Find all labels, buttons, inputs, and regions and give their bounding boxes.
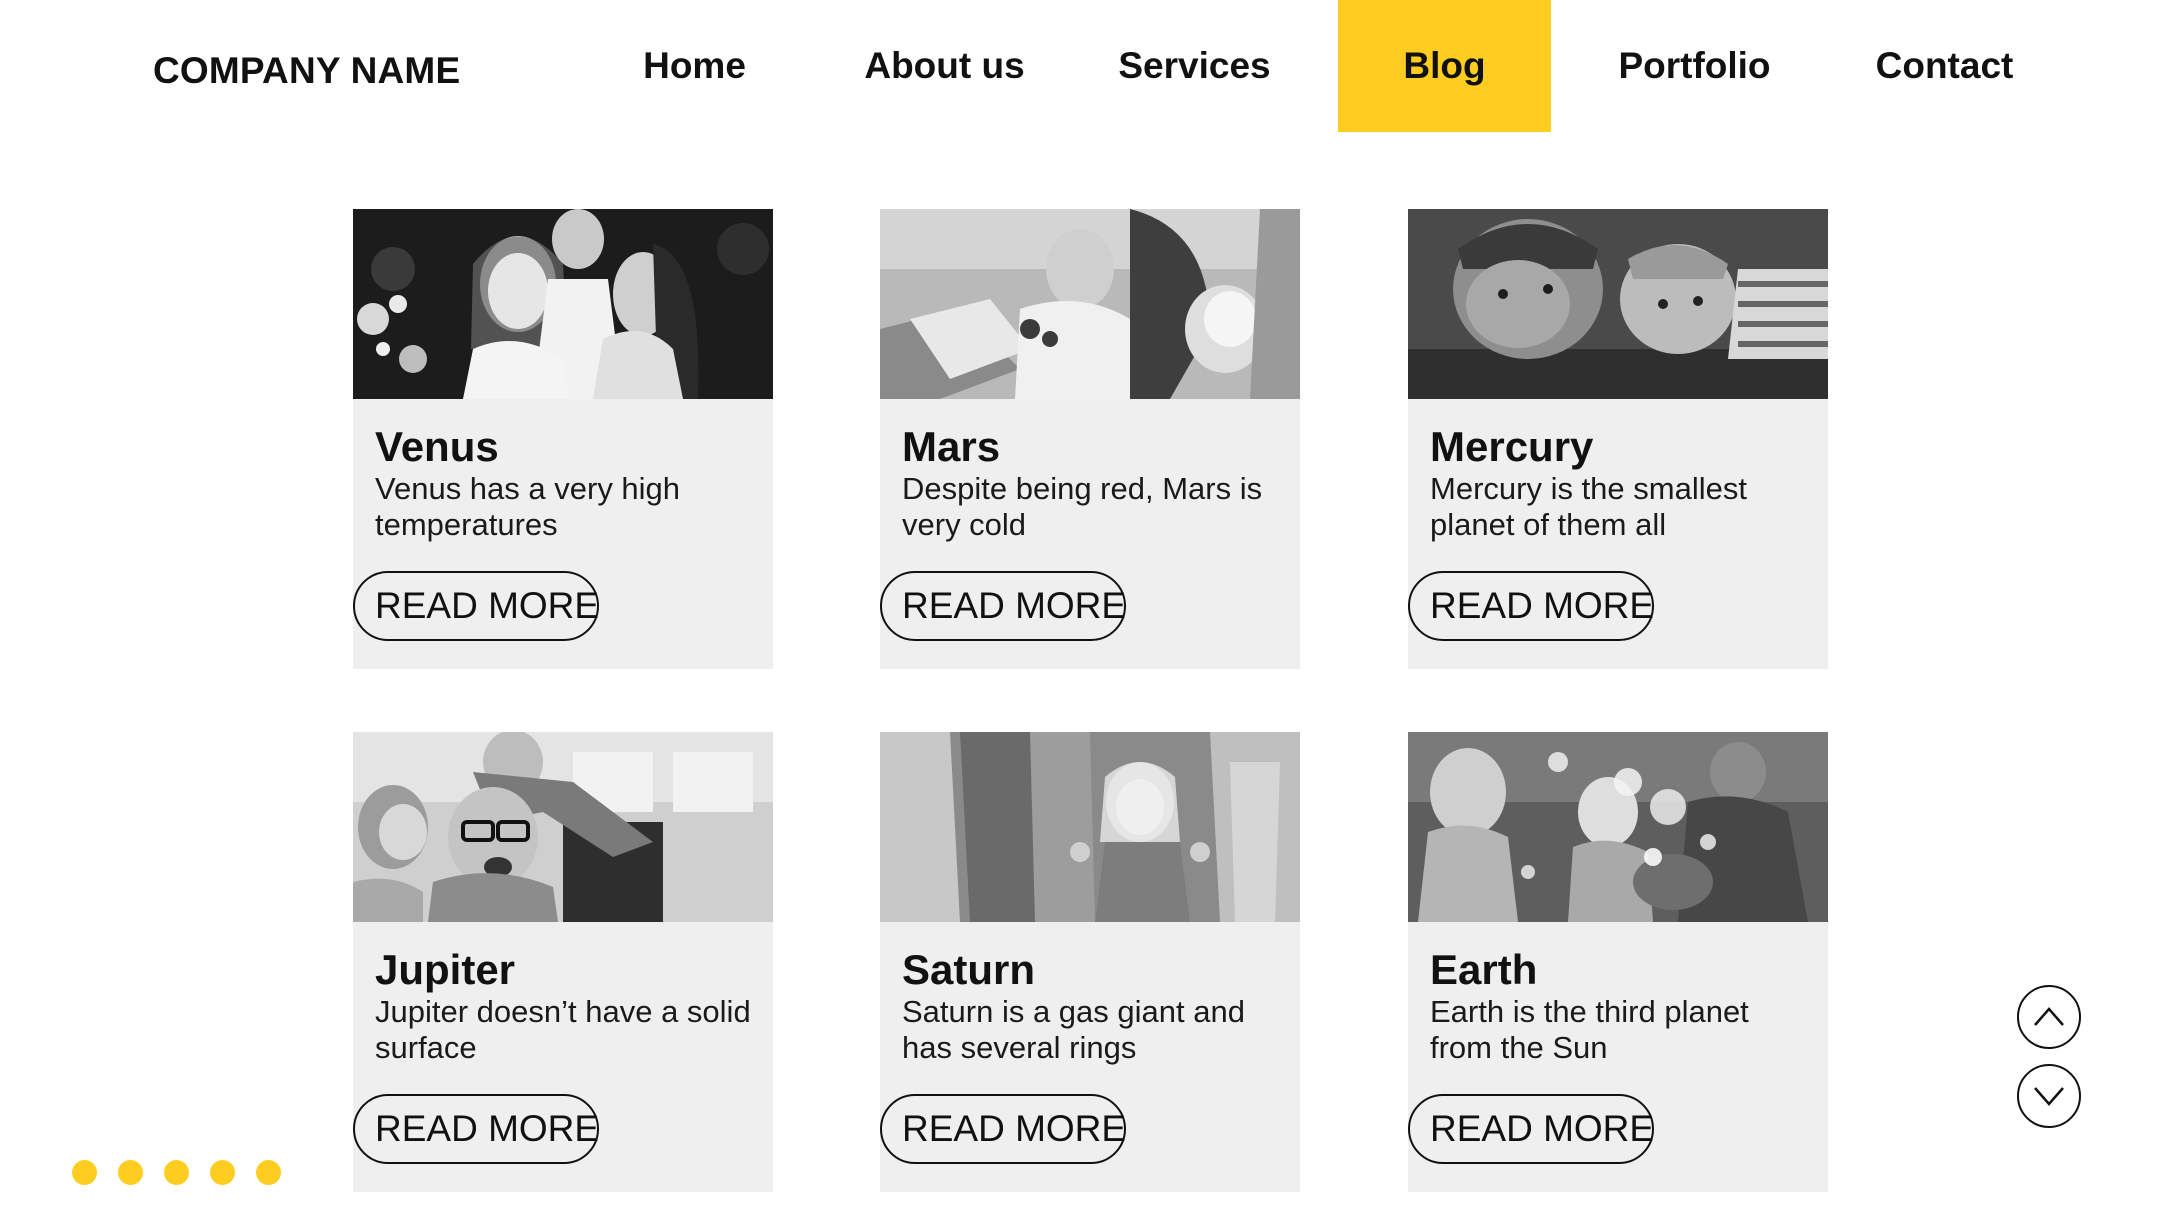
card-description: Earth is the third planet from the Sun — [1430, 994, 1749, 1065]
dot — [210, 1160, 235, 1185]
chevron-down-icon — [2034, 1087, 2064, 1106]
scroll-down-button[interactable] — [2017, 1064, 2081, 1128]
dot — [164, 1160, 189, 1185]
decorative-dots — [72, 1160, 281, 1185]
blog-card: Mars Despite being red, Mars is very col… — [880, 209, 1300, 669]
blog-card: Venus Venus has a very high temperatures… — [353, 209, 773, 669]
read-more-button[interactable]: READ MORE — [1408, 571, 1654, 641]
mother-child-reading-photo — [880, 209, 1300, 399]
read-more-button[interactable]: READ MORE — [1408, 1094, 1654, 1164]
blog-card: Saturn Saturn is a gas giant and has sev… — [880, 732, 1300, 1192]
family-picnic-bubbles-photo — [1408, 732, 1828, 922]
card-title: Earth — [1430, 946, 1538, 993]
card-description: Jupiter doesn’t have a solid surface — [375, 994, 751, 1065]
girl-holding-hands-photo — [880, 732, 1300, 922]
card-title: Mars — [902, 423, 1001, 470]
card-title: Mercury — [1430, 423, 1594, 470]
card-title: Jupiter — [375, 946, 516, 993]
card-description: Mercury is the smallest planet of them a… — [1430, 471, 1747, 542]
dot — [118, 1160, 143, 1185]
company-name: COMPANY NAME — [153, 50, 461, 91]
read-more-button[interactable]: READ MORE — [880, 1094, 1126, 1164]
card-title: Saturn — [902, 946, 1036, 993]
nav-about-us[interactable]: About us — [838, 0, 1051, 132]
read-more-button[interactable]: READ MORE — [880, 571, 1126, 641]
father-child-lying-photo — [1408, 209, 1828, 399]
read-more-button[interactable]: READ MORE — [353, 571, 599, 641]
card-description: Despite being red, Mars is very cold — [902, 471, 1263, 542]
nav-portfolio[interactable]: Portfolio — [1588, 0, 1801, 132]
card-description: Saturn is a gas giant and has several ri… — [902, 994, 1245, 1065]
card-title: Venus — [375, 423, 499, 470]
dot — [72, 1160, 97, 1185]
nav-home[interactable]: Home — [588, 0, 801, 132]
father-piggyback-photo — [353, 732, 773, 922]
dot — [256, 1160, 281, 1185]
nav-services[interactable]: Services — [1088, 0, 1301, 132]
chevron-up-icon — [2034, 1007, 2064, 1026]
nav-blog[interactable]: Blog — [1338, 0, 1551, 132]
read-more-button[interactable]: READ MORE — [353, 1094, 599, 1164]
blog-card: Earth Earth is the third planet from the… — [1408, 732, 1828, 1192]
family-photo — [353, 209, 773, 399]
header: COMPANY NAME Home About us Services Blog… — [0, 0, 2160, 132]
scroll-up-button[interactable] — [2017, 985, 2081, 1049]
card-description: Venus has a very high temperatures — [375, 471, 681, 542]
blog-card: Jupiter Jupiter doesn’t have a solid sur… — [353, 732, 773, 1192]
nav-contact[interactable]: Contact — [1838, 0, 2051, 132]
blog-card: Mercury Mercury is the smallest planet o… — [1408, 209, 1828, 669]
